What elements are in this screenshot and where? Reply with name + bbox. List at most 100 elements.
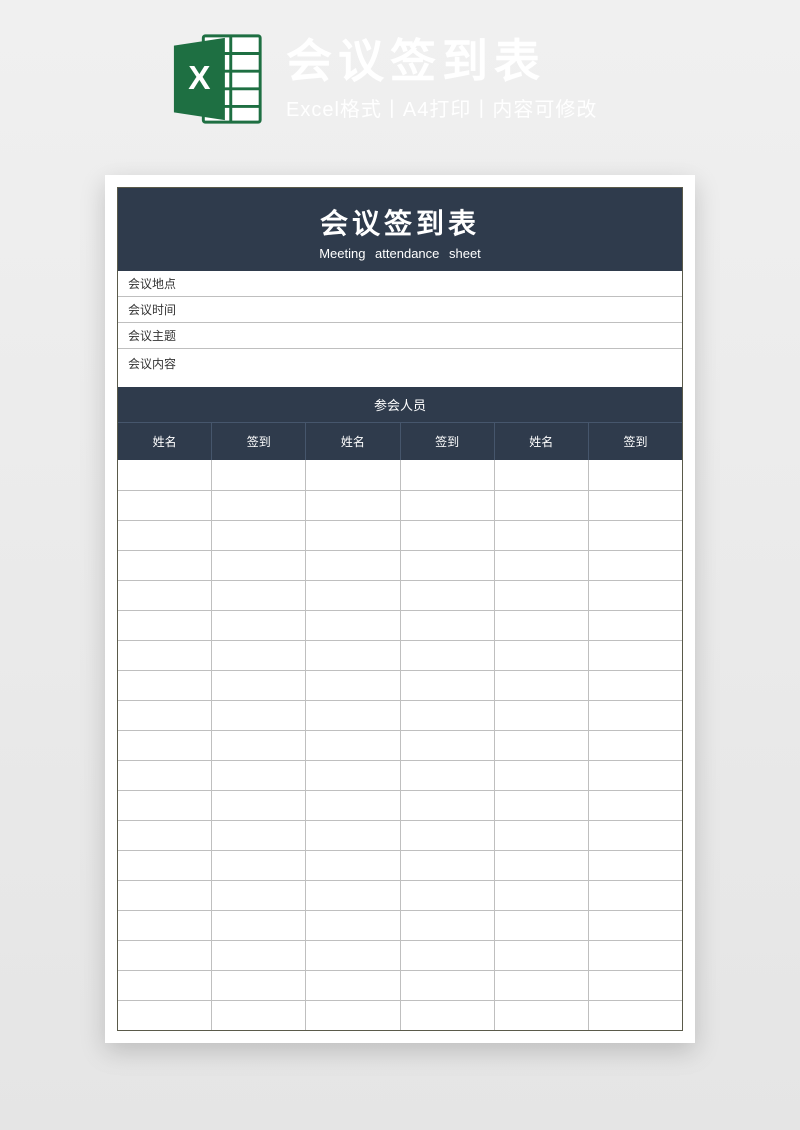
table-cell bbox=[212, 851, 306, 880]
table-cell bbox=[495, 1001, 589, 1030]
table-cell bbox=[212, 911, 306, 940]
table-cell bbox=[495, 521, 589, 550]
table-cell bbox=[118, 821, 212, 850]
table-cell bbox=[589, 641, 682, 670]
table-cell bbox=[306, 460, 400, 490]
table-row bbox=[118, 580, 682, 610]
table-row bbox=[118, 880, 682, 910]
table-cell bbox=[118, 551, 212, 580]
table-cell bbox=[495, 671, 589, 700]
info-row-time: 会议时间 bbox=[118, 297, 682, 323]
column-headers: 姓名 签到 姓名 签到 姓名 签到 bbox=[118, 422, 682, 460]
table-cell bbox=[212, 581, 306, 610]
table-cell bbox=[306, 581, 400, 610]
table-cell bbox=[589, 701, 682, 730]
table-cell bbox=[495, 941, 589, 970]
table-cell bbox=[495, 701, 589, 730]
table-cell bbox=[495, 641, 589, 670]
banner-subtitle: Excel格式丨A4打印丨内容可修改 bbox=[286, 93, 597, 122]
table-cell bbox=[401, 851, 495, 880]
table-cell bbox=[401, 521, 495, 550]
table-cell bbox=[118, 611, 212, 640]
table-cell bbox=[118, 851, 212, 880]
table-cell bbox=[118, 701, 212, 730]
table-cell bbox=[401, 701, 495, 730]
table-cell bbox=[306, 881, 400, 910]
table-cell bbox=[118, 911, 212, 940]
table-cell bbox=[495, 911, 589, 940]
table-cell bbox=[306, 521, 400, 550]
table-cell bbox=[212, 701, 306, 730]
table-cell bbox=[212, 821, 306, 850]
table-row bbox=[118, 1000, 682, 1030]
sheet-title-en: Meeting attendance sheet bbox=[118, 246, 682, 261]
table-cell bbox=[212, 971, 306, 1000]
table-cell bbox=[495, 821, 589, 850]
table-row bbox=[118, 730, 682, 760]
table-cell bbox=[212, 551, 306, 580]
table-cell bbox=[589, 731, 682, 760]
table-cell bbox=[589, 460, 682, 490]
table-cell bbox=[306, 671, 400, 700]
table-cell bbox=[212, 881, 306, 910]
info-row-location: 会议地点 bbox=[118, 271, 682, 297]
table-row bbox=[118, 550, 682, 580]
table-row bbox=[118, 670, 682, 700]
table-cell bbox=[495, 611, 589, 640]
table-row bbox=[118, 790, 682, 820]
table-cell bbox=[118, 791, 212, 820]
table-cell bbox=[212, 761, 306, 790]
table-cell bbox=[118, 641, 212, 670]
table-cell bbox=[118, 731, 212, 760]
attendee-title: 参会人员 bbox=[118, 387, 682, 422]
table-cell bbox=[118, 761, 212, 790]
table-cell bbox=[589, 851, 682, 880]
table-cell bbox=[401, 581, 495, 610]
table-cell bbox=[495, 761, 589, 790]
table-cell bbox=[306, 911, 400, 940]
table-cell bbox=[306, 641, 400, 670]
info-label: 会议内容 bbox=[128, 355, 198, 372]
table-cell bbox=[306, 941, 400, 970]
table-cell bbox=[401, 1001, 495, 1030]
info-row-topic: 会议主题 bbox=[118, 323, 682, 349]
table-cell bbox=[212, 460, 306, 490]
table-cell bbox=[118, 460, 212, 490]
table-cell bbox=[306, 551, 400, 580]
table-cell bbox=[401, 881, 495, 910]
table-cell bbox=[118, 1001, 212, 1030]
table-cell bbox=[589, 971, 682, 1000]
table-cell bbox=[212, 641, 306, 670]
banner-title: 会议签到表 bbox=[286, 36, 597, 87]
table-cell bbox=[306, 791, 400, 820]
table-row bbox=[118, 760, 682, 790]
table-cell bbox=[495, 581, 589, 610]
table-row bbox=[118, 640, 682, 670]
table-cell bbox=[118, 671, 212, 700]
table-row bbox=[118, 820, 682, 850]
table-cell bbox=[589, 941, 682, 970]
table-cell bbox=[401, 971, 495, 1000]
table-cell bbox=[212, 491, 306, 520]
svg-text:X: X bbox=[188, 60, 210, 97]
table-cell bbox=[401, 821, 495, 850]
info-label: 会议主题 bbox=[128, 327, 198, 344]
sheet-title-cn: 会议签到表 bbox=[118, 202, 682, 242]
col-header: 姓名 bbox=[118, 423, 212, 460]
table-row bbox=[118, 940, 682, 970]
table-cell bbox=[589, 671, 682, 700]
table-cell bbox=[495, 851, 589, 880]
table-cell bbox=[118, 581, 212, 610]
table-cell bbox=[495, 881, 589, 910]
table-cell bbox=[401, 460, 495, 490]
table-cell bbox=[401, 731, 495, 760]
col-header: 签到 bbox=[212, 423, 306, 460]
info-label: 会议时间 bbox=[128, 301, 198, 318]
banner-text: 会议签到表 Excel格式丨A4打印丨内容可修改 bbox=[286, 36, 597, 122]
table-cell bbox=[401, 491, 495, 520]
col-header: 签到 bbox=[589, 423, 682, 460]
excel-icon: X bbox=[170, 30, 268, 128]
table-row bbox=[118, 850, 682, 880]
table-row bbox=[118, 910, 682, 940]
table-cell bbox=[589, 491, 682, 520]
